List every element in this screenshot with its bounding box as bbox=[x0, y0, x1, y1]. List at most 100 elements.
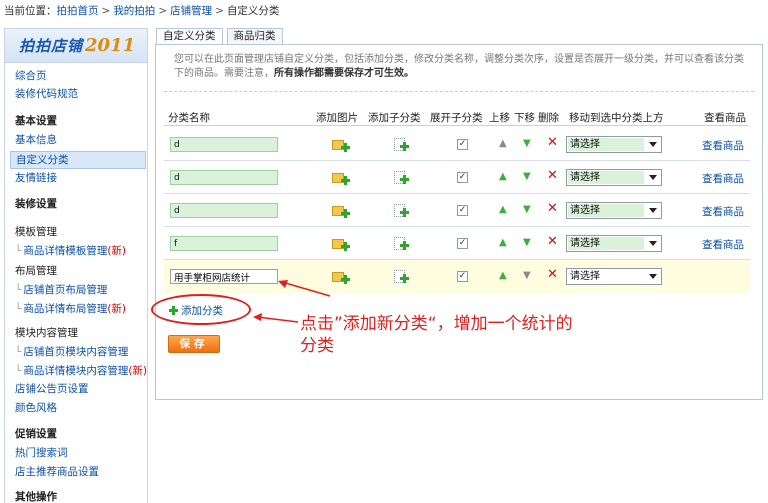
move-down-arrow-icon[interactable]: ▼ bbox=[523, 271, 531, 281]
notice-text: 您可以在此页面管理店铺自定义分类，包括添加分类，修改分类名称，调整分类次序，设置… bbox=[174, 53, 744, 81]
view-products-link[interactable]: 查看商品 bbox=[702, 138, 744, 153]
add-subcategory-icon[interactable] bbox=[394, 171, 410, 185]
plus-icon bbox=[341, 143, 350, 152]
sidebar-item-label: 商品详情模块内容管理 bbox=[23, 365, 129, 377]
sidebar-item-1[interactable]: 装修代码规范 bbox=[15, 87, 78, 102]
sidebar-item-8[interactable]: 商品详情模板管理(新) bbox=[15, 244, 126, 259]
sidebar-section-6: 装修设置 bbox=[15, 197, 57, 212]
new-badge: (新) bbox=[107, 245, 127, 257]
select-value: 请选择 bbox=[568, 171, 644, 184]
table-row: ✓ ▲ ▼ ✕ 请选择 查看商品 bbox=[164, 227, 750, 260]
view-products-link[interactable]: 查看商品 bbox=[702, 237, 744, 252]
move-target-select[interactable]: 请选择 bbox=[566, 268, 662, 285]
category-name-input[interactable] bbox=[170, 137, 278, 152]
sidebar-item-3[interactable]: 基本信息 bbox=[15, 133, 57, 148]
view-products-link[interactable]: 查看商品 bbox=[702, 171, 744, 186]
move-target-select[interactable]: 请选择 bbox=[566, 136, 662, 153]
add-image-icon[interactable] bbox=[332, 138, 350, 152]
sidebar-section-7: 模板管理 bbox=[15, 225, 57, 240]
move-up-arrow-icon[interactable]: ▲ bbox=[499, 238, 507, 248]
add-subcategory-icon[interactable] bbox=[394, 138, 410, 152]
move-up-arrow-icon[interactable]: ▲ bbox=[499, 139, 507, 149]
add-subcategory-icon[interactable] bbox=[394, 270, 410, 284]
sidebar-item-15[interactable]: 店铺公告页设置 bbox=[15, 382, 89, 397]
breadcrumb-prefix: 当前位置： bbox=[4, 5, 57, 17]
plus-icon bbox=[400, 241, 409, 250]
breadcrumb-shop-manage[interactable]: 店铺管理 bbox=[170, 5, 212, 17]
notice-body: 您可以在此页面管理店铺自定义分类，包括添加分类，修改分类名称，调整分类次序，设置… bbox=[174, 54, 744, 79]
expand-checkbox[interactable]: ✓ bbox=[457, 205, 468, 216]
expand-checkbox[interactable]: ✓ bbox=[457, 139, 468, 150]
move-up-arrow-icon[interactable]: ▲ bbox=[499, 172, 507, 182]
move-target-select[interactable]: 请选择 bbox=[566, 169, 662, 186]
table-row: ✓ ▲ ▼ ✕ 请选择 查看商品 bbox=[164, 161, 750, 194]
add-image-icon[interactable] bbox=[332, 171, 350, 185]
sidebar-item-16[interactable]: 颜色风格 bbox=[15, 401, 57, 416]
category-name-input[interactable] bbox=[170, 236, 278, 251]
sidebar-item-11[interactable]: 商品详情布局管理(新) bbox=[15, 302, 126, 317]
delete-icon[interactable]: ✕ bbox=[547, 235, 558, 249]
sidebar-item-label: 颜色风格 bbox=[15, 402, 57, 414]
move-target-select[interactable]: 请选择 bbox=[566, 202, 662, 219]
add-subcategory-icon[interactable] bbox=[394, 204, 410, 218]
add-category-link[interactable]: 添加分类 bbox=[169, 303, 223, 318]
new-badge: (新) bbox=[107, 303, 127, 315]
sidebar-item-13[interactable]: 店铺首页模块内容管理 bbox=[15, 345, 128, 360]
tab-custom-category[interactable]: 自定义分类 bbox=[156, 28, 223, 44]
sidebar-item-18[interactable]: 热门搜索词 bbox=[15, 446, 68, 461]
add-image-icon[interactable] bbox=[332, 270, 350, 284]
sidebar-item-4[interactable]: 自定义分类 bbox=[10, 151, 146, 169]
sidebar-section-17: 促销设置 bbox=[15, 427, 57, 442]
tab-product-classify[interactable]: 商品归类 bbox=[226, 28, 283, 44]
divider bbox=[164, 125, 748, 126]
add-subcategory-icon[interactable] bbox=[394, 237, 410, 251]
sidebar-item-14[interactable]: 商品详情模块内容管理(新) bbox=[15, 364, 147, 379]
divider bbox=[164, 91, 754, 92]
delete-icon[interactable]: ✕ bbox=[547, 268, 558, 282]
sidebar: 拍拍店铺 2011 综合页 装修代码规范 基本设置 基本信息 自定义分类 友情链接 装修设置模… bbox=[4, 28, 148, 503]
breadcrumb-home[interactable]: 拍拍首页 bbox=[57, 5, 99, 17]
category-name-input[interactable] bbox=[170, 203, 278, 218]
expand-checkbox[interactable]: ✓ bbox=[457, 271, 468, 282]
sidebar-item-0[interactable]: 综合页 bbox=[15, 69, 47, 84]
sidebar-item-label: 其他操作 bbox=[15, 491, 57, 503]
sidebar-section-2: 基本设置 bbox=[15, 114, 57, 129]
sidebar-item-10[interactable]: 店铺首页布局管理 bbox=[15, 283, 107, 298]
move-up-arrow-icon[interactable]: ▲ bbox=[499, 205, 507, 215]
delete-icon[interactable]: ✕ bbox=[547, 169, 558, 183]
save-button[interactable]: 保存 bbox=[168, 335, 220, 353]
sidebar-item-label: 促销设置 bbox=[15, 428, 57, 440]
select-value: 请选择 bbox=[568, 204, 644, 217]
chevron-down-icon bbox=[649, 142, 657, 147]
table-row: ✓ ▲ ▼ ✕ 请选择 查看商品 bbox=[164, 128, 750, 161]
sidebar-item-5[interactable]: 友情链接 bbox=[15, 171, 57, 186]
add-image-icon[interactable] bbox=[332, 204, 350, 218]
breadcrumb-sep: > bbox=[215, 5, 224, 17]
chevron-down-icon bbox=[649, 208, 657, 213]
plus-icon bbox=[169, 306, 178, 315]
sidebar-item-19[interactable]: 店主推荐商品设置 bbox=[15, 465, 99, 480]
chevron-down-icon bbox=[649, 241, 657, 246]
sidebar-item-label: 商品详情布局管理 bbox=[23, 303, 108, 315]
plus-icon bbox=[400, 175, 409, 184]
expand-checkbox[interactable]: ✓ bbox=[457, 238, 468, 249]
sidebar-section-12: 模块内容管理 bbox=[15, 326, 78, 341]
table-row: ✓ ▲ ▼ ✕ 请选择 bbox=[164, 260, 750, 293]
add-image-icon[interactable] bbox=[332, 237, 350, 251]
move-down-arrow-icon[interactable]: ▼ bbox=[523, 238, 531, 248]
expand-checkbox[interactable]: ✓ bbox=[457, 172, 468, 183]
delete-icon[interactable]: ✕ bbox=[547, 202, 558, 216]
logo-text: 拍拍店铺 bbox=[19, 37, 84, 55]
category-name-input[interactable] bbox=[170, 269, 278, 284]
view-products-link[interactable]: 查看商品 bbox=[702, 204, 744, 219]
move-down-arrow-icon[interactable]: ▼ bbox=[523, 139, 531, 149]
notice-bold: 所有操作都需要保存才可生效。 bbox=[274, 68, 414, 79]
move-target-select[interactable]: 请选择 bbox=[566, 235, 662, 252]
move-down-arrow-icon[interactable]: ▼ bbox=[523, 205, 531, 215]
delete-icon[interactable]: ✕ bbox=[547, 136, 558, 150]
sidebar-item-label: 基本设置 bbox=[15, 115, 57, 127]
category-name-input[interactable] bbox=[170, 170, 278, 185]
move-up-arrow-icon[interactable]: ▲ bbox=[499, 271, 507, 281]
move-down-arrow-icon[interactable]: ▼ bbox=[523, 172, 531, 182]
breadcrumb-my-paipai[interactable]: 我的拍拍 bbox=[113, 5, 155, 17]
